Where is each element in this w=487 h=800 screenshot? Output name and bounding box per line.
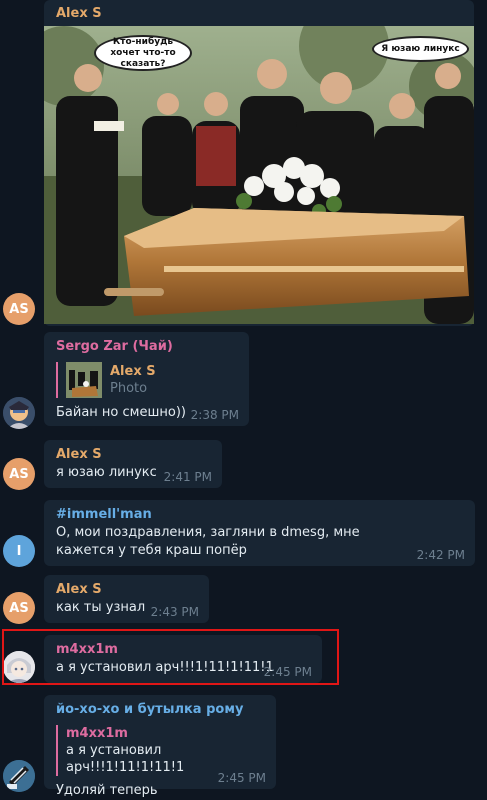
avatar-image bbox=[3, 397, 35, 429]
avatar-sergo-zar[interactable] bbox=[3, 397, 35, 429]
chat-history[interactable]: Alex S Кто-нибудь хочет что-то сказать? … bbox=[0, 0, 487, 798]
reply-type: Photo bbox=[110, 381, 148, 396]
message-time: 2:38 PM bbox=[190, 408, 239, 422]
message-time: 2:45 PM bbox=[217, 771, 266, 785]
avatar-alex-s[interactable]: AS bbox=[3, 293, 35, 325]
sender-name[interactable]: Alex S bbox=[56, 446, 210, 464]
sender-name[interactable]: Alex S bbox=[56, 5, 462, 23]
reply-sender: m4xx1m bbox=[66, 726, 128, 741]
message-reply[interactable]: йо-хо-хо и бутылка рому m4xx1m а я устан… bbox=[44, 695, 276, 798]
message-time: 2:42 PM bbox=[416, 548, 465, 562]
message-text-bubble[interactable]: Alex S я юзаю линукс 2:41 PM bbox=[44, 440, 222, 488]
sender-name[interactable]: йо-хо-хо и бутылка рому bbox=[56, 701, 264, 719]
reply-photo-thumbnail bbox=[66, 362, 102, 398]
photo-attachment[interactable]: Кто-нибудь хочет что-то сказать? Я юзаю … bbox=[44, 26, 474, 324]
avatar-yo-ho-ho[interactable] bbox=[3, 760, 35, 792]
avatar-immellman[interactable]: I bbox=[3, 535, 35, 567]
message-time: 2:43 PM bbox=[150, 605, 199, 619]
speech-bubble-left: Кто-нибудь хочет что-то сказать? bbox=[94, 35, 192, 71]
funeral-meme-image bbox=[44, 26, 474, 324]
reply-preview[interactable]: Alex S Photo bbox=[56, 362, 237, 398]
avatar-initials: AS bbox=[9, 600, 29, 616]
sender-name[interactable]: Sergo Zar (Чай) bbox=[56, 338, 237, 356]
speech-bubble-right: Я юзаю линукс bbox=[372, 36, 469, 62]
sender-name[interactable]: Alex S bbox=[56, 581, 197, 599]
reply-preview[interactable]: m4xx1m а я установил арч!!!1!11!1!11!1 bbox=[56, 725, 264, 776]
avatar-initials: AS bbox=[9, 301, 29, 317]
avatar-initials: AS bbox=[9, 466, 29, 482]
avatar-image bbox=[3, 760, 35, 792]
highlight-frame bbox=[2, 629, 339, 685]
avatar-initials: I bbox=[16, 543, 22, 559]
message-text-bubble[interactable]: Alex S как ты узнал 2:43 PM bbox=[44, 575, 209, 623]
message-reply[interactable]: Sergo Zar (Чай) Alex S Photo Байан но см… bbox=[44, 332, 249, 426]
avatar-alex-s[interactable]: AS bbox=[3, 458, 35, 490]
message-time: 2:41 PM bbox=[163, 470, 212, 484]
message-text: О, мои поздравления, загляни в dmesg, мн… bbox=[56, 525, 360, 558]
avatar-alex-s[interactable]: AS bbox=[3, 592, 35, 624]
message-text-bubble[interactable]: #immell'man О, мои поздравления, загляни… bbox=[44, 500, 475, 566]
sender-name[interactable]: #immell'man bbox=[56, 506, 463, 524]
reply-sender: Alex S bbox=[110, 364, 156, 379]
